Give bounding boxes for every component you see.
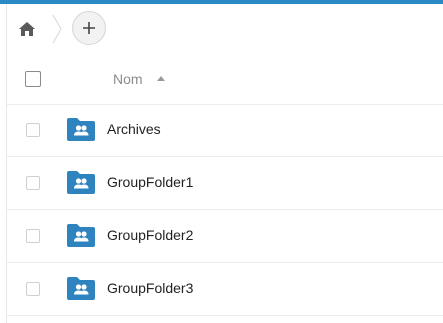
folder-name[interactable]: GroupFolder2 [107, 227, 193, 243]
group-folder-icon [67, 171, 95, 194]
folder-name[interactable]: GroupFolder1 [107, 174, 193, 190]
sort-ascending-icon[interactable] [157, 76, 165, 81]
folder-name[interactable]: Archives [107, 121, 161, 137]
file-list-header: Nom [7, 54, 443, 105]
plus-icon [83, 22, 95, 34]
row-checkbox[interactable] [26, 123, 40, 137]
list-item[interactable]: GroupFolder3 [7, 263, 443, 316]
group-folder-icon [67, 277, 95, 300]
file-list: Archives GroupFolder1 GroupFolder2 Group… [7, 104, 443, 316]
new-item-button[interactable] [72, 11, 106, 45]
breadcrumb-separator-icon [51, 14, 63, 44]
row-checkbox[interactable] [26, 176, 40, 190]
row-checkbox[interactable] [26, 282, 40, 296]
list-item[interactable]: GroupFolder1 [7, 157, 443, 210]
name-column-header[interactable]: Nom [113, 71, 143, 87]
group-folder-icon [67, 224, 95, 247]
folder-name[interactable]: GroupFolder3 [107, 280, 193, 296]
list-item[interactable]: Archives [7, 104, 443, 157]
group-folder-icon [67, 118, 95, 141]
home-icon[interactable] [18, 20, 36, 38]
list-item[interactable]: GroupFolder2 [7, 210, 443, 263]
row-checkbox[interactable] [26, 229, 40, 243]
select-all-checkbox[interactable] [25, 71, 41, 87]
breadcrumb [7, 4, 443, 54]
